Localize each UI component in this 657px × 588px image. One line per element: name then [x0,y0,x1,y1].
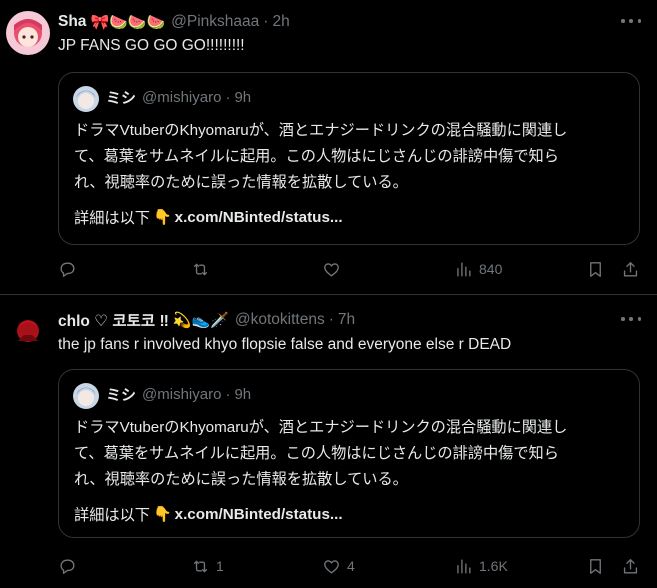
more-options-icon[interactable] [621,14,641,28]
separator-dot: · [225,386,231,403]
bookmark-icon [590,558,601,574]
post[interactable]: Sha 🎀🍉🍉🍉 @Pinkshaaa · 2h JP FANS GO GO G… [0,0,657,294]
repost-count: 1 [216,558,224,574]
author-name[interactable]: chlo ♡ 코토코 ‼ [58,309,169,331]
repost-button[interactable] [191,258,210,280]
quoted-link[interactable]: x.com/NBinted/status... [175,506,343,523]
author-handle[interactable]: @kotokittens [235,311,325,329]
views-chart-icon [457,261,471,277]
post[interactable]: chlo ♡ 코토코 ‼ 💫👟🗡️ @kotokittens · 7h the … [0,295,657,588]
author-name-emojis: 🎀🍉🍉🍉 [90,14,166,31]
pointing-down-emoji: 👇 [152,506,172,523]
reply-button[interactable] [58,258,77,280]
quoted-link[interactable]: x.com/NBinted/status... [175,209,343,226]
author-name-emojis: 💫👟🗡️ [172,312,229,329]
post-time[interactable]: 7h [338,311,355,329]
share-icon [623,261,638,277]
avatar[interactable] [6,307,50,351]
quoted-avatar [73,383,99,409]
reply-icon [60,261,75,277]
action-bar: 1 4 1.6K [58,555,648,577]
share-button[interactable] [621,258,640,280]
repost-icon [193,560,208,572]
repost-button[interactable]: 1 [191,555,224,577]
reply-icon [60,558,75,574]
quoted-text-line: ドラマVtuberのKhyomaruが、酒とエナジードリンクの混合騒動に関連し [74,122,568,139]
quoted-author-name: ミシ [106,387,137,404]
quoted-author-name: ミシ [106,90,137,107]
quoted-header: ミシ @mishiyaro · 9h [106,384,251,405]
bookmark-button[interactable] [586,258,605,280]
quoted-header: ミシ @mishiyaro · 9h [106,87,251,108]
quoted-time: 9h [234,89,252,106]
views-chart-icon [457,558,471,574]
like-button[interactable]: 4 [322,555,355,577]
views-button[interactable]: 840 [454,258,502,280]
quoted-text-line: れ、視聴率のために誤った情報を拡散している。 [74,471,408,488]
reply-button[interactable] [58,555,77,577]
separator-dot: · [225,89,231,106]
author-name[interactable]: Sha [58,13,86,31]
heart-icon [324,559,339,574]
details-label: 詳細は以下 [74,210,150,227]
post-time[interactable]: 2h [272,13,289,31]
author-handle[interactable]: @Pinkshaaa [171,13,259,31]
views-count: 1.6K [479,558,508,574]
more-options-icon[interactable] [621,312,641,326]
post-text: the jp fans r involved khyo flopsie fals… [58,336,512,353]
bookmark-button[interactable] [586,555,605,577]
details-label: 詳細は以下 [74,507,150,524]
quoted-text-line: ドラマVtuberのKhyomaruが、酒とエナジードリンクの混合騒動に関連し [74,419,568,436]
quoted-text: ドラマVtuberのKhyomaruが、酒とエナジードリンクの混合騒動に関連し … [74,415,634,493]
quoted-post[interactable]: ミシ @mishiyaro · 9h ドラマVtuberのKhyomaruが、酒… [58,369,640,538]
post-header: chlo ♡ 코토코 ‼ 💫👟🗡️ @kotokittens · 7h [58,309,355,331]
quoted-text-line: て、葛葉をサムネイルに起用。この人物はにじさんじの誹謗中傷で知ら [74,445,559,462]
like-button[interactable] [322,258,341,280]
views-button[interactable]: 1.6K [454,555,508,577]
quoted-avatar [73,86,99,112]
action-bar: 840 [58,258,648,280]
separator-dot: · [263,13,269,30]
repost-icon [193,263,208,275]
quoted-post[interactable]: ミシ @mishiyaro · 9h ドラマVtuberのKhyomaruが、酒… [58,72,640,245]
post-header: Sha 🎀🍉🍉🍉 @Pinkshaaa · 2h [58,11,290,33]
quoted-details-line: 詳細は以下 👇 x.com/NBinted/status... [74,206,343,228]
quoted-text: ドラマVtuberのKhyomaruが、酒とエナジードリンクの混合騒動に関連し … [74,118,634,196]
quoted-text-line: て、葛葉をサムネイルに起用。この人物はにじさんじの誹謗中傷で知ら [74,148,559,165]
share-icon [623,558,638,574]
bookmark-icon [590,261,601,277]
quoted-details-line: 詳細は以下 👇 x.com/NBinted/status... [74,503,343,525]
share-button[interactable] [621,555,640,577]
quoted-author-handle: @mishiyaro [142,89,222,106]
avatar[interactable] [6,11,50,55]
views-count: 840 [479,261,503,277]
pointing-down-emoji: 👇 [152,209,172,226]
quoted-time: 9h [234,386,252,403]
separator-dot: · [328,311,334,328]
like-count: 4 [347,558,355,574]
quoted-text-line: れ、視聴率のために誤った情報を拡散している。 [74,174,408,191]
post-text: JP FANS GO GO GO!!!!!!!!! [58,37,245,54]
quoted-author-handle: @mishiyaro [142,386,222,403]
heart-icon [324,262,339,277]
